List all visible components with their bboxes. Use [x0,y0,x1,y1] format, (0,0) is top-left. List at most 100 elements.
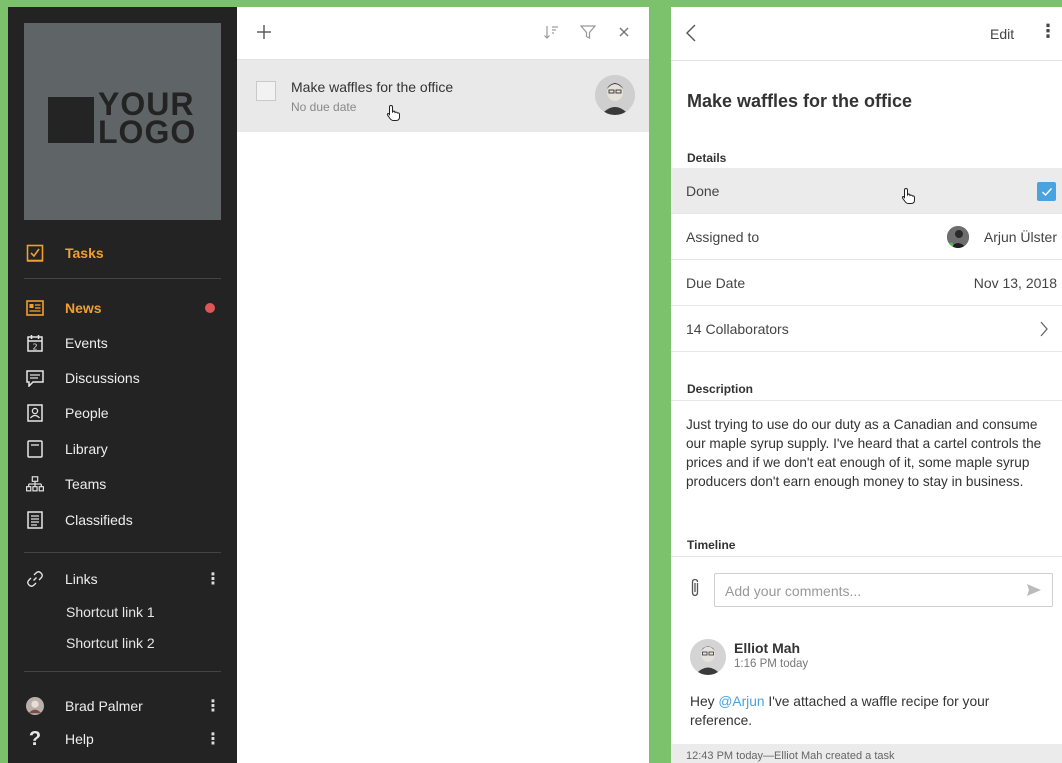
list-toolbar [237,7,649,60]
add-task-button[interactable] [253,21,275,43]
logo-text: YOUR LOGO [98,88,197,150]
sidebar-item-classifieds[interactable]: Classifieds [8,505,237,535]
assignee-mini-avatar [947,226,969,248]
timeline-event: 12:43 PM today—Elliot Mah created a task [671,744,1062,763]
sidebar-item-label: Tasks [65,245,104,261]
sidebar-item-links[interactable]: Links ⋮ [8,564,237,594]
divider [24,278,221,279]
sidebar-item-tasks[interactable]: Tasks [8,238,237,268]
shortcut-link-1[interactable]: Shortcut link 1 [66,604,155,620]
sidebar: YOUR LOGO Tasks News 2 Events Discussion… [8,7,237,763]
calendar-icon: 2 [26,334,44,352]
filter-icon [580,25,596,39]
attachment-button[interactable] [689,578,703,598]
due-date-label: Due Date [686,275,746,291]
sidebar-item-discussions[interactable]: Discussions [8,363,237,393]
comment-author: Elliot Mah [734,640,801,656]
description-text: Just trying to use do our duty as a Cana… [686,417,1042,489]
logo-line-2: LOGO [98,114,197,150]
sidebar-item-teams[interactable]: Teams [8,469,237,499]
filter-button[interactable] [577,21,599,43]
hand-cursor-icon [386,104,400,121]
discussions-icon [26,369,44,387]
links-more-button[interactable]: ⋮ [205,569,221,589]
chevron-left-icon [686,24,696,42]
sidebar-item-library[interactable]: Library [8,434,237,464]
details-heading: Details [687,151,727,165]
sidebar-item-label: Events [65,335,108,351]
sidebar-item-label: Help [65,731,94,747]
close-icon [619,27,629,37]
comment-text: Hey [690,694,719,709]
task-list-panel: Make waffles for the office No due date [237,7,649,763]
svg-text:2: 2 [32,343,37,352]
hand-cursor-icon [901,187,915,204]
plus-icon [257,25,271,39]
classifieds-icon [26,511,44,529]
assigned-label: Assigned to [686,229,760,245]
check-icon [1041,187,1052,196]
sidebar-item-label: Library [65,441,108,457]
shortcut-link-2[interactable]: Shortcut link 2 [66,635,155,651]
task-list-item[interactable]: Make waffles for the office No due date [237,60,649,132]
sidebar-item-news[interactable]: News [8,293,237,323]
due-date-value: Nov 13, 2018 [973,275,1057,291]
sidebar-item-user[interactable]: Brad Palmer ⋮ [8,691,237,721]
task-detail-title: Make waffles for the office [687,91,913,111]
sort-button[interactable] [540,21,562,43]
news-icon [26,299,44,317]
detail-header: Edit ⋮ [671,7,1062,61]
divider [671,400,1062,401]
logo-square-mark [48,97,94,143]
done-checkbox[interactable] [1037,182,1056,201]
sidebar-item-label: Discussions [65,370,140,386]
mention-link[interactable]: @Arjun [718,694,764,709]
teams-icon [26,475,44,493]
description-heading: Description [687,382,754,396]
sort-icon [544,26,558,39]
comment-placeholder: Add your comments... [725,583,862,599]
sidebar-item-label: Brad Palmer [65,698,143,714]
edit-button[interactable]: Edit [990,26,1014,42]
sidebar-item-help[interactable]: ? Help ⋮ [8,724,237,754]
sidebar-item-events[interactable]: 2 Events [8,328,237,358]
library-icon [26,440,44,458]
comment-body: Hey @Arjun I've attached a waffle recipe… [690,692,1050,730]
help-more-button[interactable]: ⋮ [205,729,221,749]
sidebar-item-label: Teams [65,476,107,492]
comment-timestamp: 1:16 PM today [734,658,809,670]
chevron-right-icon [1039,320,1053,338]
close-list-button[interactable] [613,21,635,43]
link-icon [26,570,44,588]
task-due-date: No due date [291,100,357,114]
detail-more-button[interactable]: ⋮ [1039,21,1057,42]
assigned-row[interactable]: Assigned to Arjun Ülster [671,214,1062,260]
comment-input[interactable]: Add your comments... [714,573,1053,607]
back-button[interactable] [685,23,705,45]
sidebar-item-label: News [65,300,102,316]
timeline-heading: Timeline [687,538,736,552]
sidebar-item-label: Links [65,571,98,587]
divider [671,556,1062,557]
task-detail-panel: Edit ⋮ Make waffles for the office Detai… [671,7,1062,763]
done-row[interactable]: Done [671,168,1062,214]
assignee-avatar [595,75,635,115]
task-title: Make waffles for the office [291,79,454,95]
help-icon: ? [28,727,42,750]
notification-dot [205,303,215,313]
send-icon[interactable] [1026,583,1042,597]
user-more-button[interactable]: ⋮ [205,696,221,716]
done-label: Done [686,183,720,199]
assignee-name: Arjun Ülster [983,229,1057,245]
task-checkbox[interactable] [256,81,276,101]
divider [24,671,221,672]
sidebar-item-people[interactable]: People [8,398,237,428]
paperclip-icon [691,578,699,597]
tasks-icon [26,244,44,262]
logo: YOUR LOGO [24,23,221,220]
due-date-row[interactable]: Due Date Nov 13, 2018 [671,260,1062,306]
people-icon [26,404,44,422]
divider [24,552,221,553]
sidebar-item-label: People [65,405,109,421]
collaborators-row[interactable]: 14 Collaborators [671,306,1062,352]
